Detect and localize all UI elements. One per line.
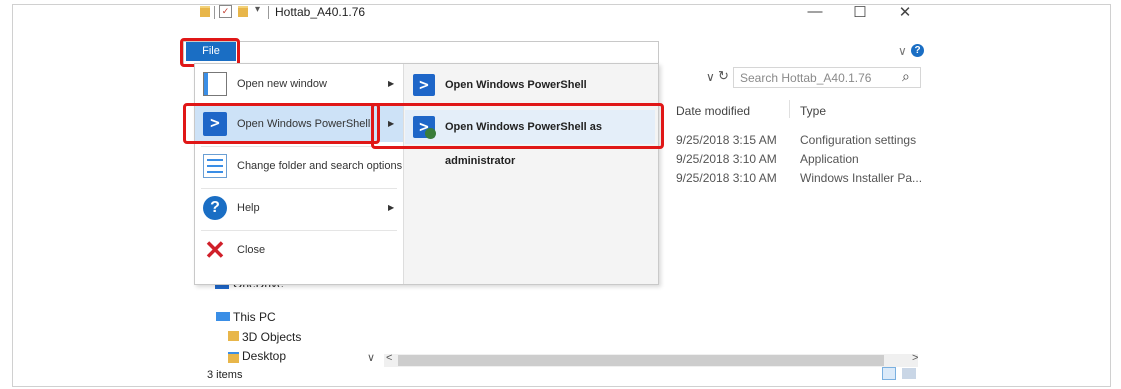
- help-icon: ?: [203, 196, 227, 220]
- new-window-icon: [203, 72, 227, 96]
- menu-item-close[interactable]: ✕ Close: [195, 232, 403, 268]
- submenu-arrow-icon: ▶: [388, 203, 395, 212]
- quick-access-dropdown-icon[interactable]: ▾: [255, 4, 260, 15]
- row-3-date[interactable]: 9/25/2018 3:10 AM: [676, 171, 777, 185]
- scroll-left-button[interactable]: <: [386, 352, 392, 364]
- search-input[interactable]: Search Hottab_A40.1.76: [733, 67, 921, 88]
- nav-item-this-pc[interactable]: This PC: [233, 310, 276, 324]
- menu-item-label: Help: [237, 202, 260, 214]
- menu-divider: [201, 230, 397, 231]
- close-window-button[interactable]: ✕: [893, 3, 917, 21]
- column-header-date-modified[interactable]: Date modified: [676, 104, 750, 118]
- new-folder-icon[interactable]: [238, 6, 248, 17]
- refresh-icon[interactable]: ↻: [718, 68, 729, 84]
- menu-divider: [201, 146, 397, 147]
- menu-item-help[interactable]: ? Help ▶: [195, 190, 403, 226]
- folder-icon: [200, 6, 210, 17]
- file-menu: Open new window ▶ > Open Windows PowerSh…: [194, 63, 659, 285]
- search-icon[interactable]: ⌕: [902, 68, 910, 85]
- row-1-date[interactable]: 9/25/2018 3:15 AM: [676, 133, 777, 147]
- close-icon: ✕: [204, 235, 226, 265]
- nav-scroll-down-icon[interactable]: ∨: [367, 351, 375, 364]
- desktop-folder-icon: [228, 352, 239, 363]
- menu-item-label: Open new window: [237, 78, 327, 90]
- nav-item-3d-objects[interactable]: 3D Objects: [242, 330, 301, 344]
- details-view-icon[interactable]: [882, 367, 896, 380]
- row-3-type[interactable]: Windows Installer Pa...: [800, 171, 922, 185]
- row-2-date[interactable]: 9/25/2018 3:10 AM: [676, 152, 777, 166]
- menu-item-label: Change folder and search options: [237, 160, 403, 172]
- menu-item-open-new-window[interactable]: Open new window ▶: [195, 66, 403, 102]
- status-item-count: 3 items: [207, 369, 243, 381]
- minimize-button[interactable]: —: [803, 3, 827, 20]
- divider: [268, 6, 269, 19]
- menu-divider: [201, 188, 397, 189]
- search-placeholder: Search Hottab_A40.1.76: [740, 71, 872, 85]
- expand-ribbon-icon[interactable]: ∨: [898, 44, 907, 58]
- large-icons-view-icon[interactable]: [902, 368, 916, 379]
- nav-item-desktop[interactable]: Desktop: [242, 349, 286, 363]
- menu-item-label: Close: [237, 244, 266, 256]
- options-icon: [203, 154, 227, 178]
- submenu-arrow-icon: ▶: [388, 79, 395, 88]
- 3d-objects-icon: [228, 331, 239, 341]
- submenu-item-label: Open Windows PowerShell: [445, 79, 587, 91]
- powershell-item-highlight: [183, 103, 380, 144]
- properties-icon[interactable]: ✓: [219, 5, 232, 18]
- powershell-admin-highlight: [371, 103, 664, 149]
- help-icon[interactable]: ?: [911, 44, 924, 57]
- scrollbar-thumb[interactable]: [398, 355, 884, 366]
- this-pc-icon: [216, 312, 230, 321]
- scroll-right-button[interactable]: >: [912, 352, 918, 364]
- powershell-icon: >: [413, 74, 435, 96]
- row-2-type[interactable]: Application: [800, 152, 859, 166]
- maximize-button[interactable]: ☐: [848, 3, 872, 21]
- address-dropdown-icon[interactable]: ∨: [706, 70, 715, 84]
- row-1-type[interactable]: Configuration settings: [800, 133, 916, 147]
- window-title: Hottab_A40.1.76: [275, 5, 366, 19]
- submenu-item-open-powershell[interactable]: > Open Windows PowerShell: [405, 68, 655, 102]
- divider: [214, 6, 215, 19]
- column-divider[interactable]: [789, 100, 790, 118]
- column-header-type[interactable]: Type: [800, 104, 826, 118]
- menu-item-change-folder-options[interactable]: Change folder and search options: [195, 148, 403, 184]
